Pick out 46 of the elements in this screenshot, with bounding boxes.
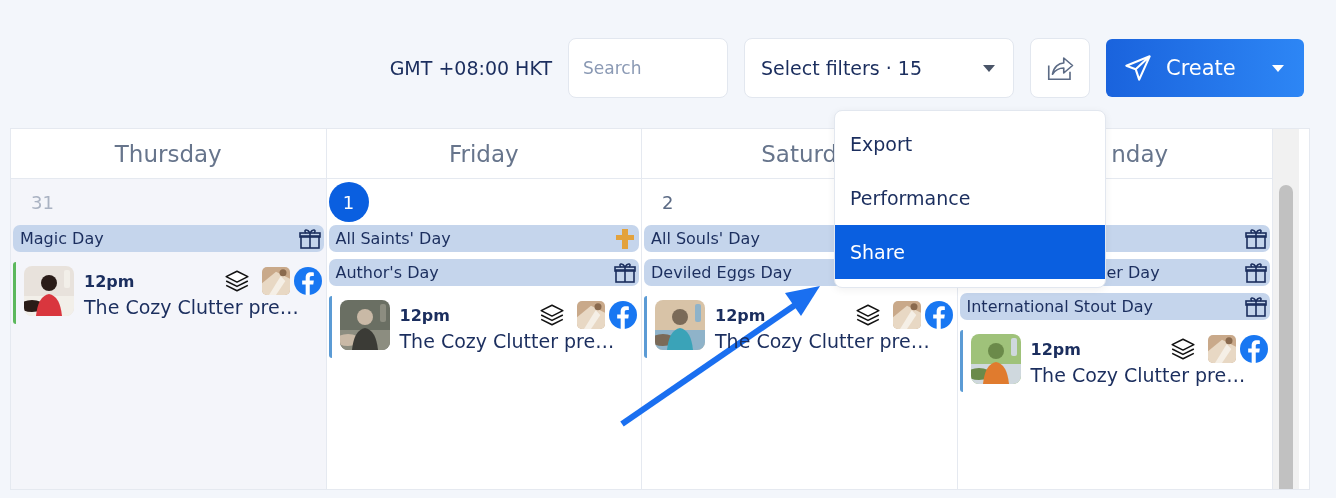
post-time: 12pm bbox=[715, 305, 767, 325]
holiday-banner[interactable]: International Stout Day bbox=[959, 293, 1270, 320]
holiday-banner[interactable]: Author's Day bbox=[328, 259, 639, 286]
gift-icon bbox=[1244, 226, 1268, 251]
post-time: 12pm bbox=[399, 305, 451, 325]
day-header: Saturd bbox=[761, 140, 838, 167]
share-button[interactable] bbox=[1030, 38, 1090, 98]
gift-icon bbox=[613, 260, 637, 285]
facebook-icon bbox=[293, 267, 322, 295]
layers-icon bbox=[854, 302, 881, 328]
send-icon bbox=[1124, 54, 1152, 82]
post-title: The Cozy Clutter pre… bbox=[1030, 364, 1247, 386]
gift-icon bbox=[1244, 294, 1268, 319]
post-card[interactable]: 12pm The Cozy Clutter pre… bbox=[13, 262, 324, 324]
post-card[interactable]: 12pm The Cozy Clutter pre… bbox=[959, 330, 1270, 392]
post-title: The Cozy Clutter pre… bbox=[399, 330, 616, 352]
menu-item[interactable]: Export bbox=[835, 117, 1105, 171]
timezone-label: GMT +08:00 HKT bbox=[389, 57, 552, 79]
post-time: 12pm bbox=[84, 271, 136, 291]
facebook-icon bbox=[924, 301, 953, 329]
scrollbar[interactable] bbox=[1273, 129, 1299, 489]
facebook-icon bbox=[1240, 335, 1268, 363]
cross-icon bbox=[613, 226, 637, 251]
layers-icon bbox=[539, 302, 565, 328]
day-header: Thursday bbox=[114, 140, 222, 167]
post-title: The Cozy Clutter pre… bbox=[84, 296, 300, 318]
create-button[interactable]: Create bbox=[1106, 39, 1304, 97]
facebook-icon bbox=[609, 301, 637, 329]
gift-icon bbox=[1244, 260, 1268, 285]
layers-icon bbox=[223, 268, 250, 294]
scroll-thumb[interactable] bbox=[1279, 185, 1293, 489]
date-number: 2 bbox=[661, 191, 675, 213]
holiday-banner[interactable]: All Saints' Day bbox=[328, 225, 639, 252]
date-number: 1 bbox=[328, 182, 369, 222]
day-header: nday bbox=[1111, 140, 1169, 167]
post-card[interactable]: 12pm The Cozy Clutter pre… bbox=[328, 296, 639, 358]
day-header: Friday bbox=[448, 140, 519, 167]
menu-item[interactable]: Share bbox=[835, 225, 1105, 279]
menu-item[interactable]: Performance bbox=[835, 171, 1105, 225]
holiday-banner[interactable]: Magic Day bbox=[13, 225, 324, 252]
gift-icon bbox=[297, 226, 322, 251]
search-field[interactable]: Search bbox=[568, 38, 728, 98]
post-time: 12pm bbox=[1030, 339, 1082, 359]
layers-icon bbox=[1170, 336, 1196, 362]
date-number: 31 bbox=[30, 191, 55, 213]
filter-dropdown[interactable]: Select filters · 15 bbox=[744, 38, 1014, 98]
